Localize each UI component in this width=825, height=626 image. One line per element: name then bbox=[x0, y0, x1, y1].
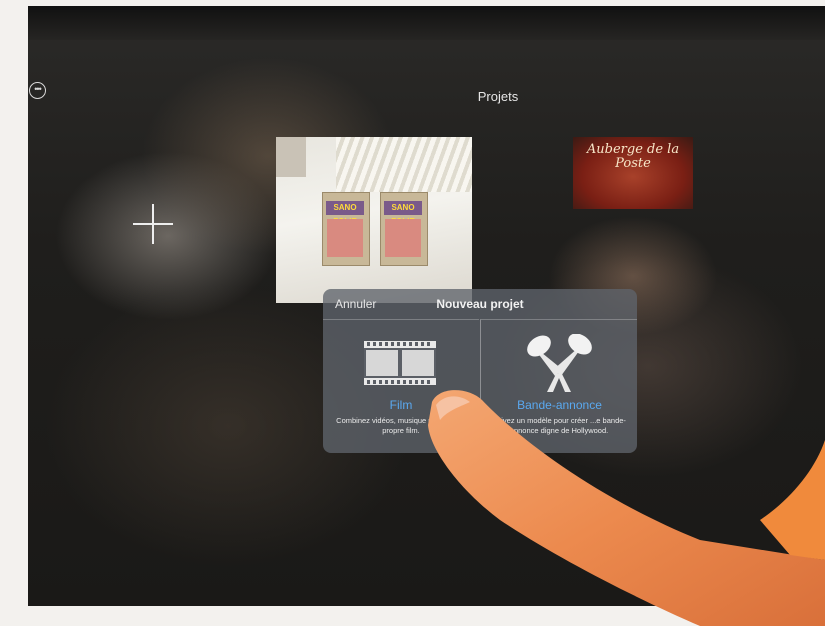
film-strip-icon bbox=[364, 341, 436, 385]
trailer-option-button[interactable]: Bande-annonce Suivez un modèle pour crée… bbox=[480, 319, 637, 453]
device-bezel bbox=[28, 6, 825, 40]
project-thumbnail-2[interactable]: Auberge de la Poste bbox=[573, 137, 693, 209]
photo-background: ••• Projets SANO FOLIE SANO FOLIE Auberg… bbox=[0, 0, 825, 626]
book-image: SANO FOLIE bbox=[380, 192, 428, 266]
project-thumbnail-1[interactable]: SANO FOLIE SANO FOLIE bbox=[276, 137, 472, 303]
more-options-icon[interactable]: ••• bbox=[29, 82, 46, 99]
book-image: SANO FOLIE bbox=[322, 192, 370, 266]
trailer-option-label: Bande-annonce bbox=[517, 398, 602, 412]
trailer-option-description: Suivez un modèle pour créer ...e bande-a… bbox=[492, 416, 626, 435]
dialog-header: Annuler Nouveau projet bbox=[323, 289, 637, 319]
ipad-screen: ••• Projets SANO FOLIE SANO FOLIE Auberg… bbox=[28, 6, 825, 606]
new-project-dialog: Annuler Nouveau projet Film Combinez vid… bbox=[323, 289, 637, 453]
sign-text: Auberge de la Poste bbox=[586, 142, 680, 171]
searchlights-icon bbox=[527, 334, 592, 392]
film-option-label: Film bbox=[389, 398, 413, 412]
add-project-icon[interactable] bbox=[133, 204, 173, 244]
cancel-button[interactable]: Annuler bbox=[335, 297, 376, 311]
film-option-description: Combinez vidéos, musique pour réali... p… bbox=[336, 416, 466, 435]
film-option-button[interactable]: Film Combinez vidéos, musique pour réali… bbox=[323, 319, 479, 453]
page-title: Projets bbox=[477, 89, 519, 104]
dialog-title: Nouveau projet bbox=[436, 297, 524, 311]
